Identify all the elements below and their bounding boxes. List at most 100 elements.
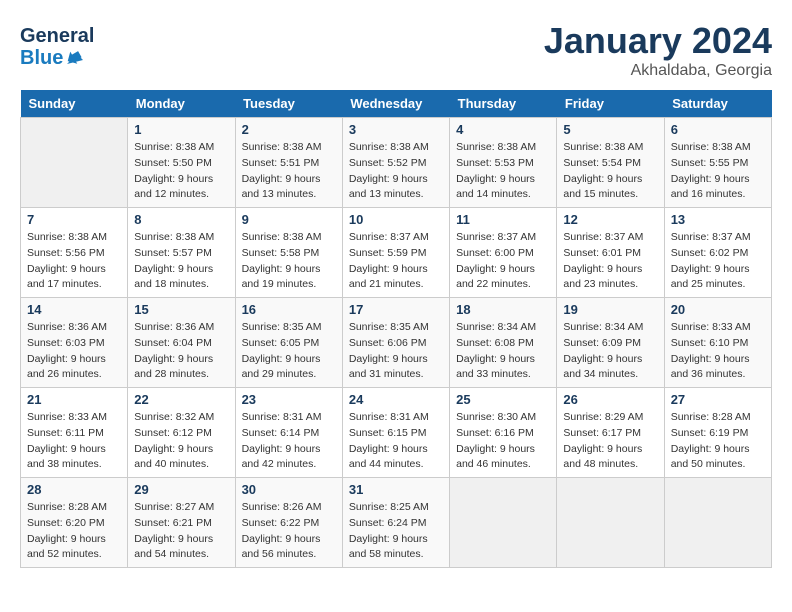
day-number: 21 — [27, 392, 121, 407]
weekday-header-cell: Wednesday — [342, 90, 449, 118]
calendar-day-cell — [557, 478, 664, 568]
calendar-day-cell: 6Sunrise: 8:38 AMSunset: 5:55 PMDaylight… — [664, 118, 771, 208]
day-info: Sunrise: 8:28 AMSunset: 6:20 PMDaylight:… — [27, 500, 121, 563]
day-info: Sunrise: 8:38 AMSunset: 5:57 PMDaylight:… — [134, 230, 228, 293]
day-info: Sunrise: 8:37 AMSunset: 6:02 PMDaylight:… — [671, 230, 765, 293]
calendar-day-cell: 11 Sunrise: 8:37 AMSunset: 6:00 PMDayligh… — [450, 208, 557, 298]
calendar-day-cell: 4 Sunrise: 8:38 AMSunset: 5:53 PMDaylight… — [450, 118, 557, 208]
day-number: 25 — [456, 392, 550, 407]
day-info: Sunrise: 8:38 AMSunset: 5:52 PMDaylight:… — [349, 140, 443, 203]
day-info: Sunrise: 8:38 AMSunset: 5:58 PMDaylight:… — [242, 230, 336, 293]
day-info: Sunrise: 8:35 AMSunset: 6:06 PMDaylight:… — [349, 320, 443, 383]
day-number: 7 — [27, 212, 121, 227]
calendar-day-cell: 19 Sunrise: 8:34 AMSunset: 6:09 PMDayligh… — [557, 298, 664, 388]
weekday-header-cell: Sunday — [21, 90, 128, 118]
calendar-table: SundayMondayTuesdayWednesdayThursdayFrid… — [20, 90, 772, 568]
day-info: Sunrise: 8:38 AMSunset: 5:53 PMDaylight:… — [456, 140, 550, 203]
day-number: 19 — [563, 302, 657, 317]
calendar-day-cell: 25Sunrise: 8:30 AMSunset: 6:16 PMDayligh… — [450, 388, 557, 478]
day-number: 23 — [242, 392, 336, 407]
day-info: Sunrise: 8:33 AMSunset: 6:10 PMDaylight:… — [671, 320, 765, 383]
day-number: 18 — [456, 302, 550, 317]
calendar-day-cell: 24 Sunrise: 8:31 AMSunset: 6:15 PMDayligh… — [342, 388, 449, 478]
calendar-day-cell — [450, 478, 557, 568]
day-number: 16 — [242, 302, 336, 317]
logo-blue-text: Blue — [20, 47, 63, 69]
logo-general-text: General — [20, 25, 94, 47]
main-title: January 2024 — [544, 20, 772, 62]
calendar-day-cell: 23Sunrise: 8:31 AMSunset: 6:14 PMDayligh… — [235, 388, 342, 478]
weekday-header-cell: Tuesday — [235, 90, 342, 118]
calendar-day-cell: 14Sunrise: 8:36 AMSunset: 6:03 PMDayligh… — [21, 298, 128, 388]
day-info: Sunrise: 8:36 AMSunset: 6:03 PMDaylight:… — [27, 320, 121, 383]
logo-container: General Blue — [20, 25, 94, 69]
calendar-week-row: 14Sunrise: 8:36 AMSunset: 6:03 PMDayligh… — [21, 298, 772, 388]
day-info: Sunrise: 8:26 AMSunset: 6:22 PMDaylight:… — [242, 500, 336, 563]
day-number: 6 — [671, 122, 765, 137]
day-info: Sunrise: 8:31 AMSunset: 6:15 PMDaylight:… — [349, 410, 443, 473]
weekday-header-row: SundayMondayTuesdayWednesdayThursdayFrid… — [21, 90, 772, 118]
day-number: 8 — [134, 212, 228, 227]
calendar-day-cell: 1 Sunrise: 8:38 AMSunset: 5:50 PMDaylight… — [128, 118, 235, 208]
weekday-header-cell: Thursday — [450, 90, 557, 118]
calendar-day-cell: 20 Sunrise: 8:33 AMSunset: 6:10 PMDayligh… — [664, 298, 771, 388]
logo: General Blue — [20, 25, 140, 69]
day-info: Sunrise: 8:33 AMSunset: 6:11 PMDaylight:… — [27, 410, 121, 473]
calendar-day-cell: 5 Sunrise: 8:38 AMSunset: 5:54 PMDaylight… — [557, 118, 664, 208]
day-number: 4 — [456, 122, 550, 137]
day-info: Sunrise: 8:38 AMSunset: 5:54 PMDaylight:… — [563, 140, 657, 203]
day-number: 20 — [671, 302, 765, 317]
weekday-header-cell: Saturday — [664, 90, 771, 118]
calendar-day-cell: 31 Sunrise: 8:25 AMSunset: 6:24 PMDayligh… — [342, 478, 449, 568]
day-info: Sunrise: 8:34 AMSunset: 6:08 PMDaylight:… — [456, 320, 550, 383]
calendar-day-cell: 27 Sunrise: 8:28 AMSunset: 6:19 PMDayligh… — [664, 388, 771, 478]
day-number: 3 — [349, 122, 443, 137]
calendar-day-cell: 2 Sunrise: 8:38 AMSunset: 5:51 PMDaylight… — [235, 118, 342, 208]
day-number: 10 — [349, 212, 443, 227]
calendar-day-cell: 12 Sunrise: 8:37 AMSunset: 6:01 PMDayligh… — [557, 208, 664, 298]
calendar-day-cell: 9 Sunrise: 8:38 AMSunset: 5:58 PMDaylight… — [235, 208, 342, 298]
day-number: 13 — [671, 212, 765, 227]
header: General Blue January 2024 Akhaldaba, Geo… — [20, 20, 772, 80]
calendar-day-cell: 26Sunrise: 8:29 AMSunset: 6:17 PMDayligh… — [557, 388, 664, 478]
day-number: 24 — [349, 392, 443, 407]
day-number: 12 — [563, 212, 657, 227]
weekday-header-cell: Monday — [128, 90, 235, 118]
day-number: 29 — [134, 482, 228, 497]
calendar-day-cell: 30 Sunrise: 8:26 AMSunset: 6:22 PMDayligh… — [235, 478, 342, 568]
calendar-day-cell: 21 Sunrise: 8:33 AMSunset: 6:11 PMDayligh… — [21, 388, 128, 478]
calendar-day-cell: 16 Sunrise: 8:35 AMSunset: 6:05 PMDayligh… — [235, 298, 342, 388]
day-info: Sunrise: 8:28 AMSunset: 6:19 PMDaylight:… — [671, 410, 765, 473]
day-number: 31 — [349, 482, 443, 497]
day-number: 9 — [242, 212, 336, 227]
day-info: Sunrise: 8:36 AMSunset: 6:04 PMDaylight:… — [134, 320, 228, 383]
day-info: Sunrise: 8:27 AMSunset: 6:21 PMDaylight:… — [134, 500, 228, 563]
calendar-day-cell: 13 Sunrise: 8:37 AMSunset: 6:02 PMDayligh… — [664, 208, 771, 298]
calendar-day-cell: 22Sunrise: 8:32 AMSunset: 6:12 PMDayligh… — [128, 388, 235, 478]
weekday-header-cell: Friday — [557, 90, 664, 118]
day-info: Sunrise: 8:38 AMSunset: 5:51 PMDaylight:… — [242, 140, 336, 203]
day-info: Sunrise: 8:38 AMSunset: 5:50 PMDaylight:… — [134, 140, 228, 203]
day-number: 28 — [27, 482, 121, 497]
day-number: 27 — [671, 392, 765, 407]
calendar-week-row: 1 Sunrise: 8:38 AMSunset: 5:50 PMDaylight… — [21, 118, 772, 208]
calendar-day-cell: 7Sunrise: 8:38 AMSunset: 5:56 PMDaylight… — [21, 208, 128, 298]
day-info: Sunrise: 8:37 AMSunset: 6:01 PMDaylight:… — [563, 230, 657, 293]
calendar-week-row: 28 Sunrise: 8:28 AMSunset: 6:20 PMDayligh… — [21, 478, 772, 568]
day-info: Sunrise: 8:37 AMSunset: 5:59 PMDaylight:… — [349, 230, 443, 293]
day-number: 1 — [134, 122, 228, 137]
calendar-day-cell: 15 Sunrise: 8:36 AMSunset: 6:04 PMDayligh… — [128, 298, 235, 388]
day-number: 2 — [242, 122, 336, 137]
logo-arrow-icon — [65, 48, 85, 68]
calendar-day-cell — [664, 478, 771, 568]
day-number: 11 — [456, 212, 550, 227]
day-number: 30 — [242, 482, 336, 497]
calendar-day-cell: 28 Sunrise: 8:28 AMSunset: 6:20 PMDayligh… — [21, 478, 128, 568]
day-info: Sunrise: 8:35 AMSunset: 6:05 PMDaylight:… — [242, 320, 336, 383]
day-info: Sunrise: 8:37 AMSunset: 6:00 PMDaylight:… — [456, 230, 550, 293]
day-info: Sunrise: 8:34 AMSunset: 6:09 PMDaylight:… — [563, 320, 657, 383]
day-number: 5 — [563, 122, 657, 137]
calendar-day-cell: 17Sunrise: 8:35 AMSunset: 6:06 PMDayligh… — [342, 298, 449, 388]
day-info: Sunrise: 8:25 AMSunset: 6:24 PMDaylight:… — [349, 500, 443, 563]
day-number: 15 — [134, 302, 228, 317]
